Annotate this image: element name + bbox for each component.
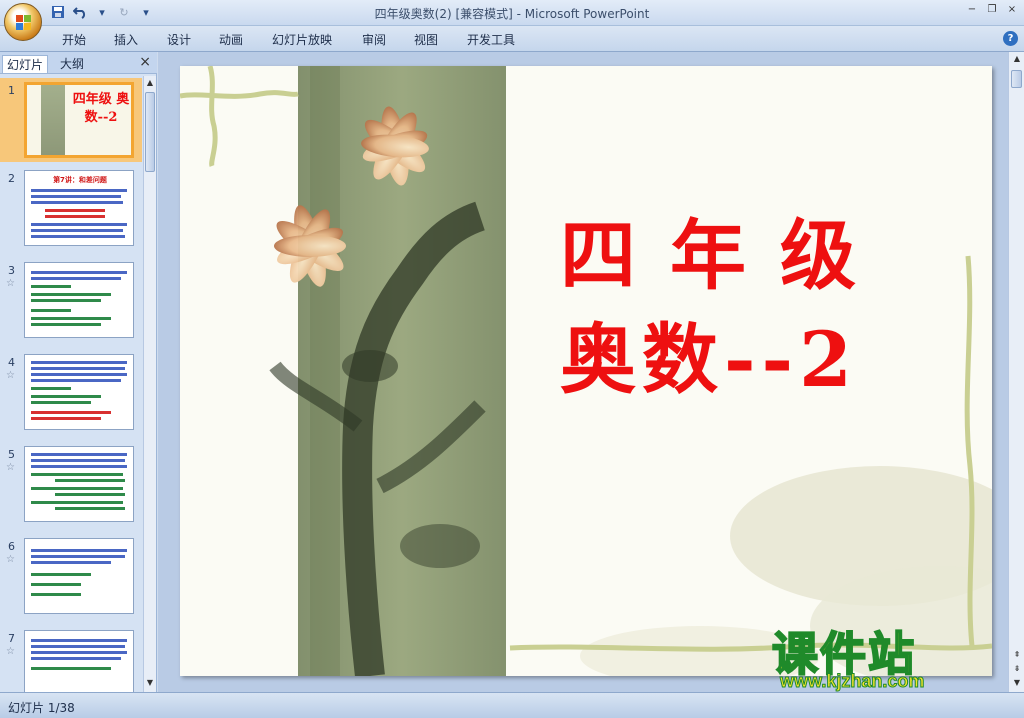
scroll-down-icon[interactable]: ▼ [1012, 678, 1022, 690]
pane-tabs: 幻灯片 大纲 × [0, 52, 157, 74]
animation-star-icon: ☆ [6, 278, 15, 289]
thumbnail-number: 5 [8, 448, 15, 461]
thumbnail-slide-1[interactable]: 1 四年级 奥数--2 [0, 78, 142, 162]
thumbnail-title: 四年级 奥数--2 [72, 92, 130, 125]
ribbon-tabs: 开始 插入 设计 动画 幻灯片放映 审阅 视图 开发工具 ? [0, 26, 1024, 52]
thumbnail-preview [24, 630, 134, 692]
thumbnail-scrollbar[interactable]: ▲ ▼ [143, 76, 156, 692]
scrollbar-thumb[interactable] [145, 92, 155, 172]
help-icon[interactable]: ? [1003, 31, 1018, 46]
slide-title-line-2[interactable]: 奥数--2 [560, 298, 858, 408]
scroll-up-icon[interactable]: ▲ [1012, 54, 1022, 66]
thumbnail-slide-5[interactable]: 5 ☆ [0, 442, 142, 526]
slide-edit-area: 四年级 奥数--2 [158, 52, 1008, 692]
thumbnail-slide-3[interactable]: 3 ☆ [0, 258, 142, 342]
thumbnail-slide-2[interactable]: 2 第7讲：和差问题 [0, 166, 142, 250]
thumbnail-title: 第7讲：和差问题 [53, 176, 107, 184]
thumbnail-preview: 第7讲：和差问题 [24, 170, 134, 246]
tab-animations[interactable]: 动画 [219, 31, 243, 48]
thumbnail-preview [24, 538, 134, 614]
slides-pane: 幻灯片 大纲 × 1 四年级 奥数--2 2 第7讲：和差问题 3 ☆ 4 ☆ … [0, 52, 157, 692]
thumbnail-number: 3 [8, 264, 15, 277]
close-icon[interactable]: × [1004, 3, 1020, 17]
scrollbar-thumb[interactable] [1011, 70, 1022, 88]
window-title: 四年级奥数(2) [兼容模式] - Microsoft PowerPoint [374, 7, 650, 21]
thumbnail-slide-7[interactable]: 7 ☆ [0, 626, 142, 692]
previous-slide-icon[interactable]: ⇞ [1012, 650, 1022, 662]
office-logo-icon [16, 15, 32, 31]
tab-design[interactable]: 设计 [167, 31, 191, 48]
status-bar: 幻灯片 1/38 [0, 692, 1024, 718]
scroll-down-icon[interactable]: ▼ [145, 678, 155, 690]
thumbnail-list: 1 四年级 奥数--2 2 第7讲：和差问题 3 ☆ 4 ☆ 5 ☆ 6 ☆ 7… [0, 76, 142, 692]
tab-view[interactable]: 视图 [414, 31, 438, 48]
thumbnail-number: 4 [8, 356, 15, 369]
thumbnail-number: 7 [8, 632, 15, 645]
tab-slideshow[interactable]: 幻灯片放映 [272, 31, 332, 48]
thumbnail-number: 1 [8, 84, 15, 97]
slide-scrollbar[interactable]: ▲ ⇞ ⇟ ▼ [1008, 52, 1024, 692]
slide-canvas[interactable]: 四年级 奥数--2 [180, 66, 992, 676]
tab-outline-pane[interactable]: 大纲 [56, 55, 88, 73]
thumbnail-preview [24, 354, 134, 430]
animation-star-icon: ☆ [6, 554, 15, 565]
thumbnail-number: 2 [8, 172, 15, 185]
thumbnail-slide-4[interactable]: 4 ☆ [0, 350, 142, 434]
watermark-url: www.kjzhan.com [779, 671, 925, 692]
restore-icon[interactable]: ❐ [984, 3, 1000, 17]
slide-counter: 幻灯片 1/38 [8, 701, 75, 715]
tab-insert[interactable]: 插入 [114, 31, 138, 48]
minimize-icon[interactable]: − [964, 3, 980, 17]
thumbnail-preview [24, 446, 134, 522]
scroll-up-icon[interactable]: ▲ [145, 78, 155, 90]
next-slide-icon[interactable]: ⇟ [1012, 664, 1022, 676]
tab-home[interactable]: 开始 [62, 31, 86, 48]
tab-review[interactable]: 审阅 [362, 31, 386, 48]
thumb-lotus-strip [41, 85, 65, 155]
thumbnail-number: 6 [8, 540, 15, 553]
animation-star-icon: ☆ [6, 462, 15, 473]
thumbnail-preview: 四年级 奥数--2 [24, 82, 134, 158]
animation-star-icon: ☆ [6, 646, 15, 657]
thumbnail-preview [24, 262, 134, 338]
office-button[interactable] [4, 3, 42, 41]
tab-slides-pane[interactable]: 幻灯片 [2, 55, 49, 73]
tab-developer[interactable]: 开发工具 [467, 31, 515, 48]
close-pane-icon[interactable]: × [139, 54, 151, 70]
title-bar: ▾ ↻ ▾ 四年级奥数(2) [兼容模式] - Microsoft PowerP… [0, 0, 1024, 41]
thumbnail-slide-6[interactable]: 6 ☆ [0, 534, 142, 618]
slide-title-line-1[interactable]: 四年级 [560, 194, 890, 304]
animation-star-icon: ☆ [6, 370, 15, 381]
window-controls: − ❐ × [964, 3, 1020, 17]
